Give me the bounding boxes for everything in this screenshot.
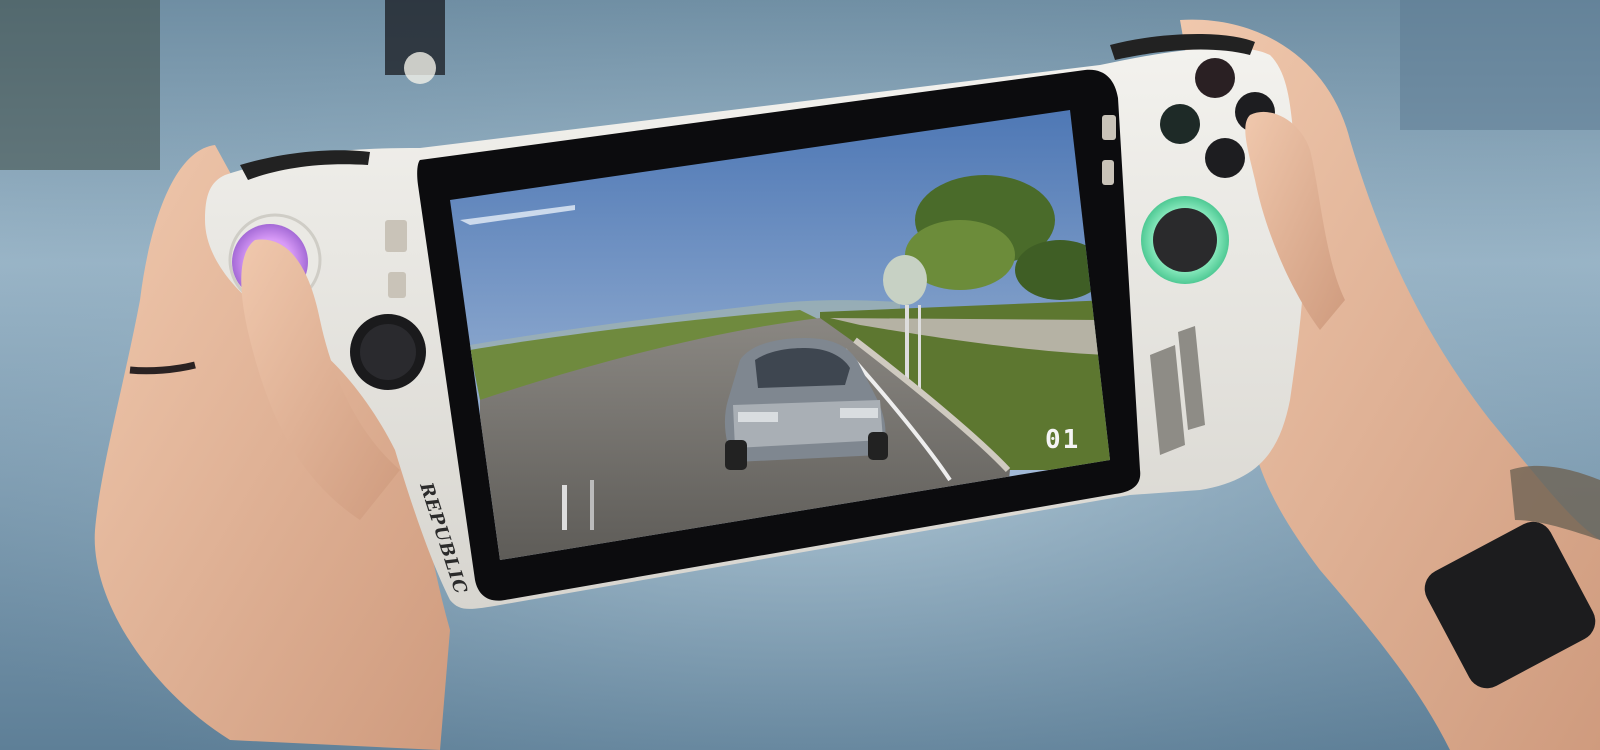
handheld-console-photo: 01 REPUBLIC bbox=[0, 0, 1600, 750]
blurred-plant bbox=[0, 0, 160, 170]
view-button[interactable] bbox=[385, 220, 407, 252]
photo-scene: 01 REPUBLIC bbox=[0, 0, 1600, 750]
menu-button[interactable] bbox=[388, 272, 406, 298]
hud-counter: 01 bbox=[1045, 425, 1080, 455]
